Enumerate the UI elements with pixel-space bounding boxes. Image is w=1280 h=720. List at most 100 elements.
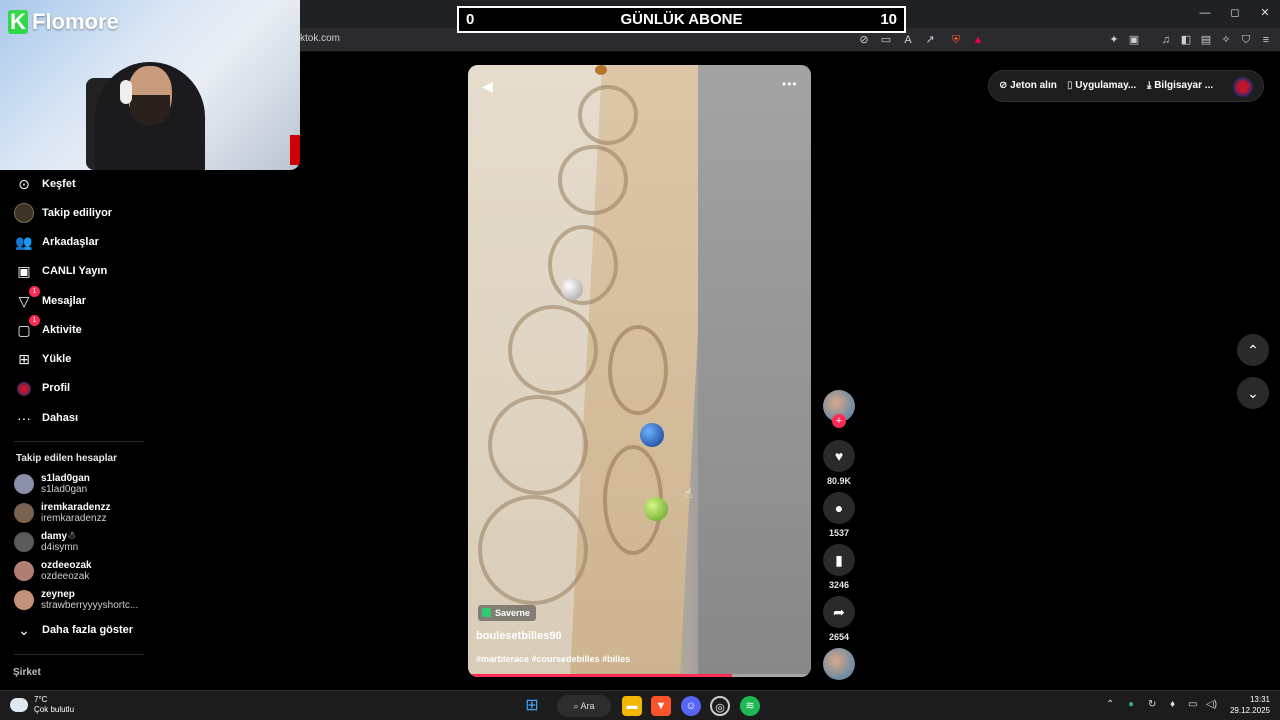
top-actions-bar: ⊘ Jeton alın ▯ Uygulamay... ⤓ Bilgisayar…: [988, 70, 1264, 102]
video-progress-bar[interactable]: [468, 674, 811, 677]
sidebar-item-more[interactable]: ··· Dahası: [14, 406, 78, 430]
video-caption[interactable]: #marblerace #coursedebilles #billes: [476, 654, 630, 664]
next-video-button[interactable]: ⌄: [1237, 377, 1269, 409]
share-button[interactable]: ➦ 2654: [823, 596, 855, 642]
brave-browser-icon[interactable]: ▼: [651, 696, 671, 716]
sidebar-item-following[interactable]: Takip ediliyor: [14, 201, 112, 225]
brave-rewards-icon[interactable]: ▲: [970, 32, 986, 48]
taskbar-search[interactable]: ⌕ Ara: [557, 695, 611, 717]
video-progress-fill: [468, 674, 733, 677]
mouse-cursor-icon: ☝: [684, 485, 693, 501]
cast-icon[interactable]: ▭: [878, 32, 894, 48]
get-coins-button[interactable]: ⊘ Jeton alın: [999, 80, 1057, 91]
save-button[interactable]: ▮ 3246: [823, 544, 855, 590]
volume-icon[interactable]: ◁): [1206, 699, 1217, 710]
track-groove: [578, 85, 638, 145]
marble-green: [644, 497, 668, 521]
music-disc-button[interactable]: [823, 648, 855, 680]
counter-goal: 10: [880, 11, 897, 28]
following-account[interactable]: iremkaradenzz iremkaradenzz: [14, 500, 110, 526]
weather-condition: Çok bulutlu: [34, 705, 75, 714]
account-handle: s1lad0gan: [41, 484, 88, 495]
get-app-button[interactable]: ▯ Uygulamay...: [1067, 80, 1136, 91]
location-pin-icon: [482, 608, 491, 617]
network-icon[interactable]: ▭: [1188, 699, 1197, 710]
account-name: damy☃: [41, 531, 77, 542]
discord-icon[interactable]: ☺: [681, 696, 701, 716]
sidebar-toggle-icon[interactable]: ◧: [1178, 32, 1194, 48]
start-icon[interactable]: ⊞: [522, 696, 542, 716]
sidebar-item-explore[interactable]: ⊙ Keşfet: [14, 172, 76, 196]
no-tracking-icon[interactable]: ⊘: [856, 32, 872, 48]
bookmark-icon: ▮: [823, 544, 855, 576]
vpn-icon[interactable]: ⛉: [1238, 32, 1254, 48]
extensions-icon[interactable]: ✦: [1106, 32, 1122, 48]
heart-icon: ♥: [823, 440, 855, 472]
clock-time: 13:31: [1249, 695, 1270, 704]
weather-widget[interactable]: 7°C Çok bulutlu: [10, 695, 74, 715]
microphone-icon[interactable]: ♦: [1170, 699, 1175, 710]
wallet-icon[interactable]: ▤: [1198, 32, 1214, 48]
minimize-button[interactable]: —: [1190, 4, 1220, 22]
video-author[interactable]: boulesetbilles90: [476, 630, 562, 642]
chevron-up-icon: ⌃: [1247, 342, 1259, 358]
tray-app-icon[interactable]: ●: [1128, 699, 1134, 710]
spotify-icon[interactable]: ≋: [740, 696, 760, 716]
file-explorer-icon[interactable]: ▬: [622, 696, 642, 716]
account-name: ozdeeozak: [41, 560, 92, 571]
following-account[interactable]: ozdeeozak ozdeeozak: [14, 558, 92, 584]
sidebar-item-live[interactable]: ▣ CANLI Yayın: [14, 259, 107, 283]
comment-count: 1537: [828, 528, 850, 538]
media-icon[interactable]: ♫: [1158, 32, 1174, 48]
account-name: s1lad0gan: [41, 473, 90, 484]
upload-icon: ⊞: [18, 351, 30, 367]
like-count: 80.9K: [826, 476, 852, 486]
url-text[interactable]: ktok.com: [300, 33, 340, 44]
account-handle: d4isymn: [41, 542, 79, 553]
track-groove: [488, 395, 588, 495]
maximize-button[interactable]: ◻: [1220, 4, 1250, 22]
like-button[interactable]: ♥ 80.9K: [823, 440, 855, 486]
sidebar-item-profile[interactable]: Profil: [14, 376, 70, 400]
friends-icon: 👥: [15, 234, 33, 250]
comment-button[interactable]: ● 1537: [823, 492, 855, 538]
clock[interactable]: 13:31 29.12.2025: [1222, 694, 1270, 716]
sidebar-item-upload[interactable]: ⊞ Yükle: [14, 347, 71, 371]
share-icon[interactable]: ↗: [922, 32, 938, 48]
sync-icon[interactable]: ↻: [1148, 699, 1156, 710]
desktop-app-label: Bilgisayar ...: [1154, 80, 1214, 91]
sidebar-item-label: Takip ediliyor: [42, 207, 113, 219]
screenshot-icon[interactable]: ▣: [1126, 32, 1142, 48]
creator-avatar-button[interactable]: +: [823, 390, 855, 428]
location-tag[interactable]: Saverne: [478, 605, 537, 621]
follow-plus-icon[interactable]: +: [832, 414, 846, 428]
sidebar-item-label: Profil: [42, 382, 71, 394]
share-arrow-icon: ➦: [823, 596, 855, 628]
tray-overflow-icon[interactable]: ⌃: [1106, 699, 1114, 710]
following-account[interactable]: zeynep strawberryyyyshortc...: [14, 587, 138, 613]
company-title[interactable]: Şirket: [13, 667, 41, 678]
counter-title: GÜNLÜK ABONE: [620, 11, 743, 28]
sidebar-item-activity[interactable]: ▢ 1 Aktivite: [14, 315, 82, 342]
obs-icon[interactable]: ◎: [710, 696, 730, 716]
sidebar-item-messages[interactable]: ▽ 1 Mesajlar: [14, 286, 86, 313]
brave-shield-icon[interactable]: ⛨: [948, 32, 964, 48]
more-options-icon[interactable]: •••: [782, 77, 798, 91]
show-more-button[interactable]: ⌄ Daha fazla göster: [14, 618, 133, 642]
video-player[interactable]: ◀ ••• Saverne boulesetbilles90 #marblera…: [468, 65, 811, 677]
previous-video-button[interactable]: ⌃: [1237, 334, 1269, 366]
following-account[interactable]: s1lad0gan s1lad0gan: [14, 471, 90, 497]
leo-ai-icon[interactable]: ✧: [1218, 32, 1234, 48]
profile-avatar[interactable]: [1233, 77, 1253, 97]
following-account[interactable]: damy☃ d4isymn: [14, 529, 78, 555]
desktop-app-button[interactable]: ⤓ Bilgisayar ...: [1147, 80, 1213, 91]
translate-icon[interactable]: A: [900, 32, 916, 48]
close-button[interactable]: ✕: [1250, 4, 1280, 22]
account-handle: strawberryyyyshortc...: [41, 600, 139, 611]
subscriber-counter: 0 GÜNLÜK ABONE 10: [457, 6, 906, 33]
menu-icon[interactable]: ≡: [1258, 32, 1274, 48]
volume-icon[interactable]: ◀: [482, 78, 493, 95]
sidebar-item-friends[interactable]: 👥 Arkadaşlar: [14, 230, 99, 254]
avatar: [14, 532, 34, 552]
track-groove: [478, 495, 588, 605]
